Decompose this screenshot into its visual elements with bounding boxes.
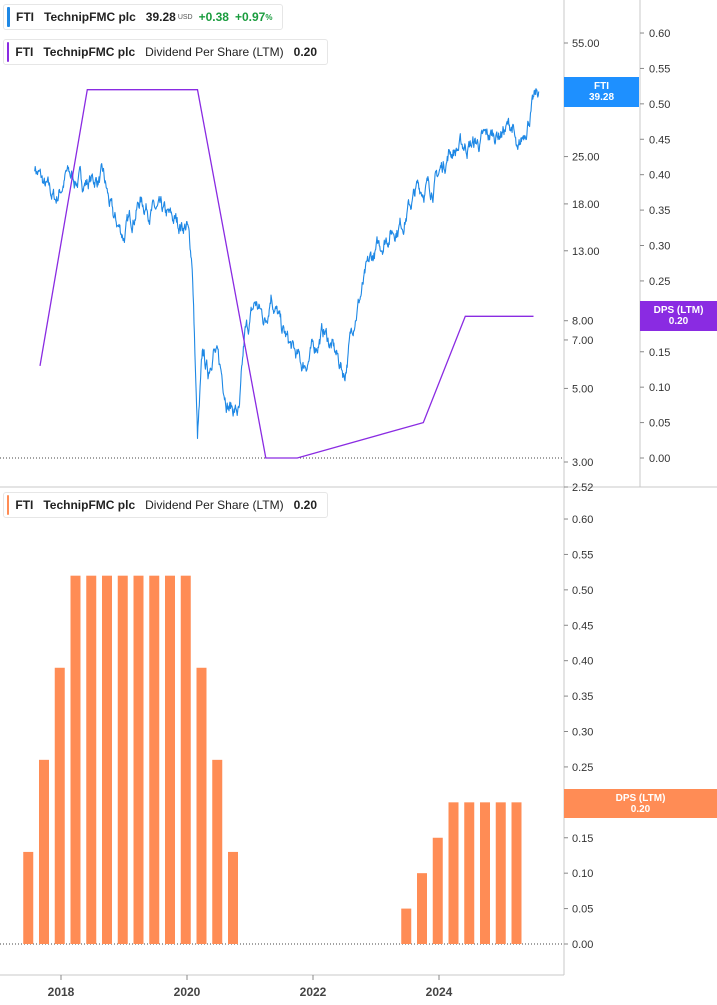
dps-bottom-tag-label: DPS (LTM) [615,792,666,804]
dps-bar [196,667,207,944]
bar-tick-label: 0.40 [572,656,593,668]
price-tick-label: 13.00 [572,246,600,258]
dps-tick-label: 0.10 [649,382,670,394]
dps-bar [165,575,175,944]
dps-tick-label: 0.40 [649,170,670,182]
bar-tick-label: 0.55 [572,549,593,561]
dps-tick-label: 0.30 [649,241,670,253]
bar-tick-label: 0.30 [572,727,593,739]
dps-top-legend-metric: Dividend Per Share (LTM) [145,45,284,59]
price-tick-label: 5.00 [572,383,593,395]
dps-bar [54,667,65,944]
dps-bar [432,837,443,944]
bar-tick-label: 0.45 [572,620,593,632]
dps-bottom-legend-ticker: FTI [15,498,34,512]
dps-bar [39,759,49,944]
x-tick-label: 2024 [426,985,453,999]
price-legend-color [7,7,10,27]
dps-tick-label: 0.00 [649,453,670,465]
bar-tick-label: 0.25 [572,762,593,774]
dps-tick-label: 0.35 [649,205,670,217]
dps-bottom-last-tag: DPS (LTM) 0.20 [564,789,717,818]
x-tick-label: 2020 [174,985,201,999]
dps-bar [133,575,144,944]
dps-top-legend-company: TechnipFMC plc [43,45,136,59]
dps-bar [23,851,34,944]
dps-bottom-legend-metric: Dividend Per Share (LTM) [145,498,284,512]
bar-tick-label: 0.15 [572,833,593,845]
dps-bottom-legend-color [7,495,10,515]
price-tick-label: 2.52 [572,482,593,494]
dps-bar [511,802,522,944]
dps-top-legend[interactable]: FTI TechnipFMC plc Dividend Per Share (L… [3,39,328,65]
dps-bar [448,802,459,944]
dps-tick-label: 0.50 [649,99,670,111]
price-line [34,88,540,440]
dps-tick-label: 0.55 [649,63,670,75]
price-tick-label: 3.00 [572,457,593,469]
bar-tick-label: 0.35 [572,691,593,703]
dps-tick-label: 0.05 [649,418,670,430]
x-tick-label: 2022 [300,985,327,999]
price-legend-pct-symbol: % [265,12,273,22]
dps-top-legend-color [7,42,10,62]
price-tag-ticker: FTI [594,81,609,92]
dps-bottom-legend-value: 0.20 [293,498,317,512]
dps-bottom-legend[interactable]: FTI TechnipFMC plc Dividend Per Share (L… [3,492,328,518]
dps-top-last-tag: DPS (LTM) 0.20 [640,301,717,331]
price-tag-value: 39.28 [588,92,615,103]
price-legend-unit: USD [177,13,193,21]
bar-tick-label: 0.10 [572,868,593,880]
dps-bottom-legend-company: TechnipFMC plc [43,498,136,512]
dps-bar [117,575,128,944]
dps-tick-label: 0.15 [649,347,670,359]
dps-top-legend-ticker: FTI [15,45,34,59]
dps-bottom-tag-value: 0.20 [630,803,651,815]
dps-bar [228,851,238,944]
price-legend-company: TechnipFMC plc [44,10,136,24]
dps-tick-label: 0.60 [649,28,670,40]
dps-tick-label: 0.25 [649,276,670,288]
price-tick-label: 25.00 [572,152,600,164]
dps-bar [401,908,412,944]
dps-bar [70,575,81,944]
dps-bar [417,873,427,944]
dps-top-tag-value: 0.20 [668,316,689,327]
price-tick-label: 7.00 [572,335,593,347]
bar-tick-label: 0.05 [572,904,593,916]
bar-tick-label: 0.00 [572,939,593,951]
dps-bar [86,575,97,944]
dps-bar [102,575,112,944]
dps-tick-label: 0.45 [649,134,670,146]
price-last-tag: FTI 39.28 [564,77,639,107]
price-legend-change-pct: +0.97 [234,10,266,24]
dps-top-legend-value: 0.20 [293,45,317,59]
x-tick-label: 2018 [48,985,75,999]
price-legend-ticker: FTI [16,10,34,24]
dps-bar [464,802,475,944]
price-legend-change: +0.38 [198,10,229,24]
dps-bar [495,802,506,944]
dps-bar [149,575,160,944]
price-legend-value: 39.28 [145,10,176,24]
dps-bar [480,802,490,944]
price-tick-label: 55.00 [572,38,600,50]
bar-tick-label: 0.50 [572,585,593,597]
dps-bar [212,759,223,944]
price-tick-label: 18.00 [572,199,600,211]
dps-top-tag-label: DPS (LTM) [653,305,704,316]
bar-tick-label: 0.60 [572,514,593,526]
price-legend[interactable]: FTI TechnipFMC plc 39.28 USD +0.38 +0.97… [3,4,283,30]
price-tick-label: 8.00 [572,316,593,328]
dps-bar [180,575,191,944]
